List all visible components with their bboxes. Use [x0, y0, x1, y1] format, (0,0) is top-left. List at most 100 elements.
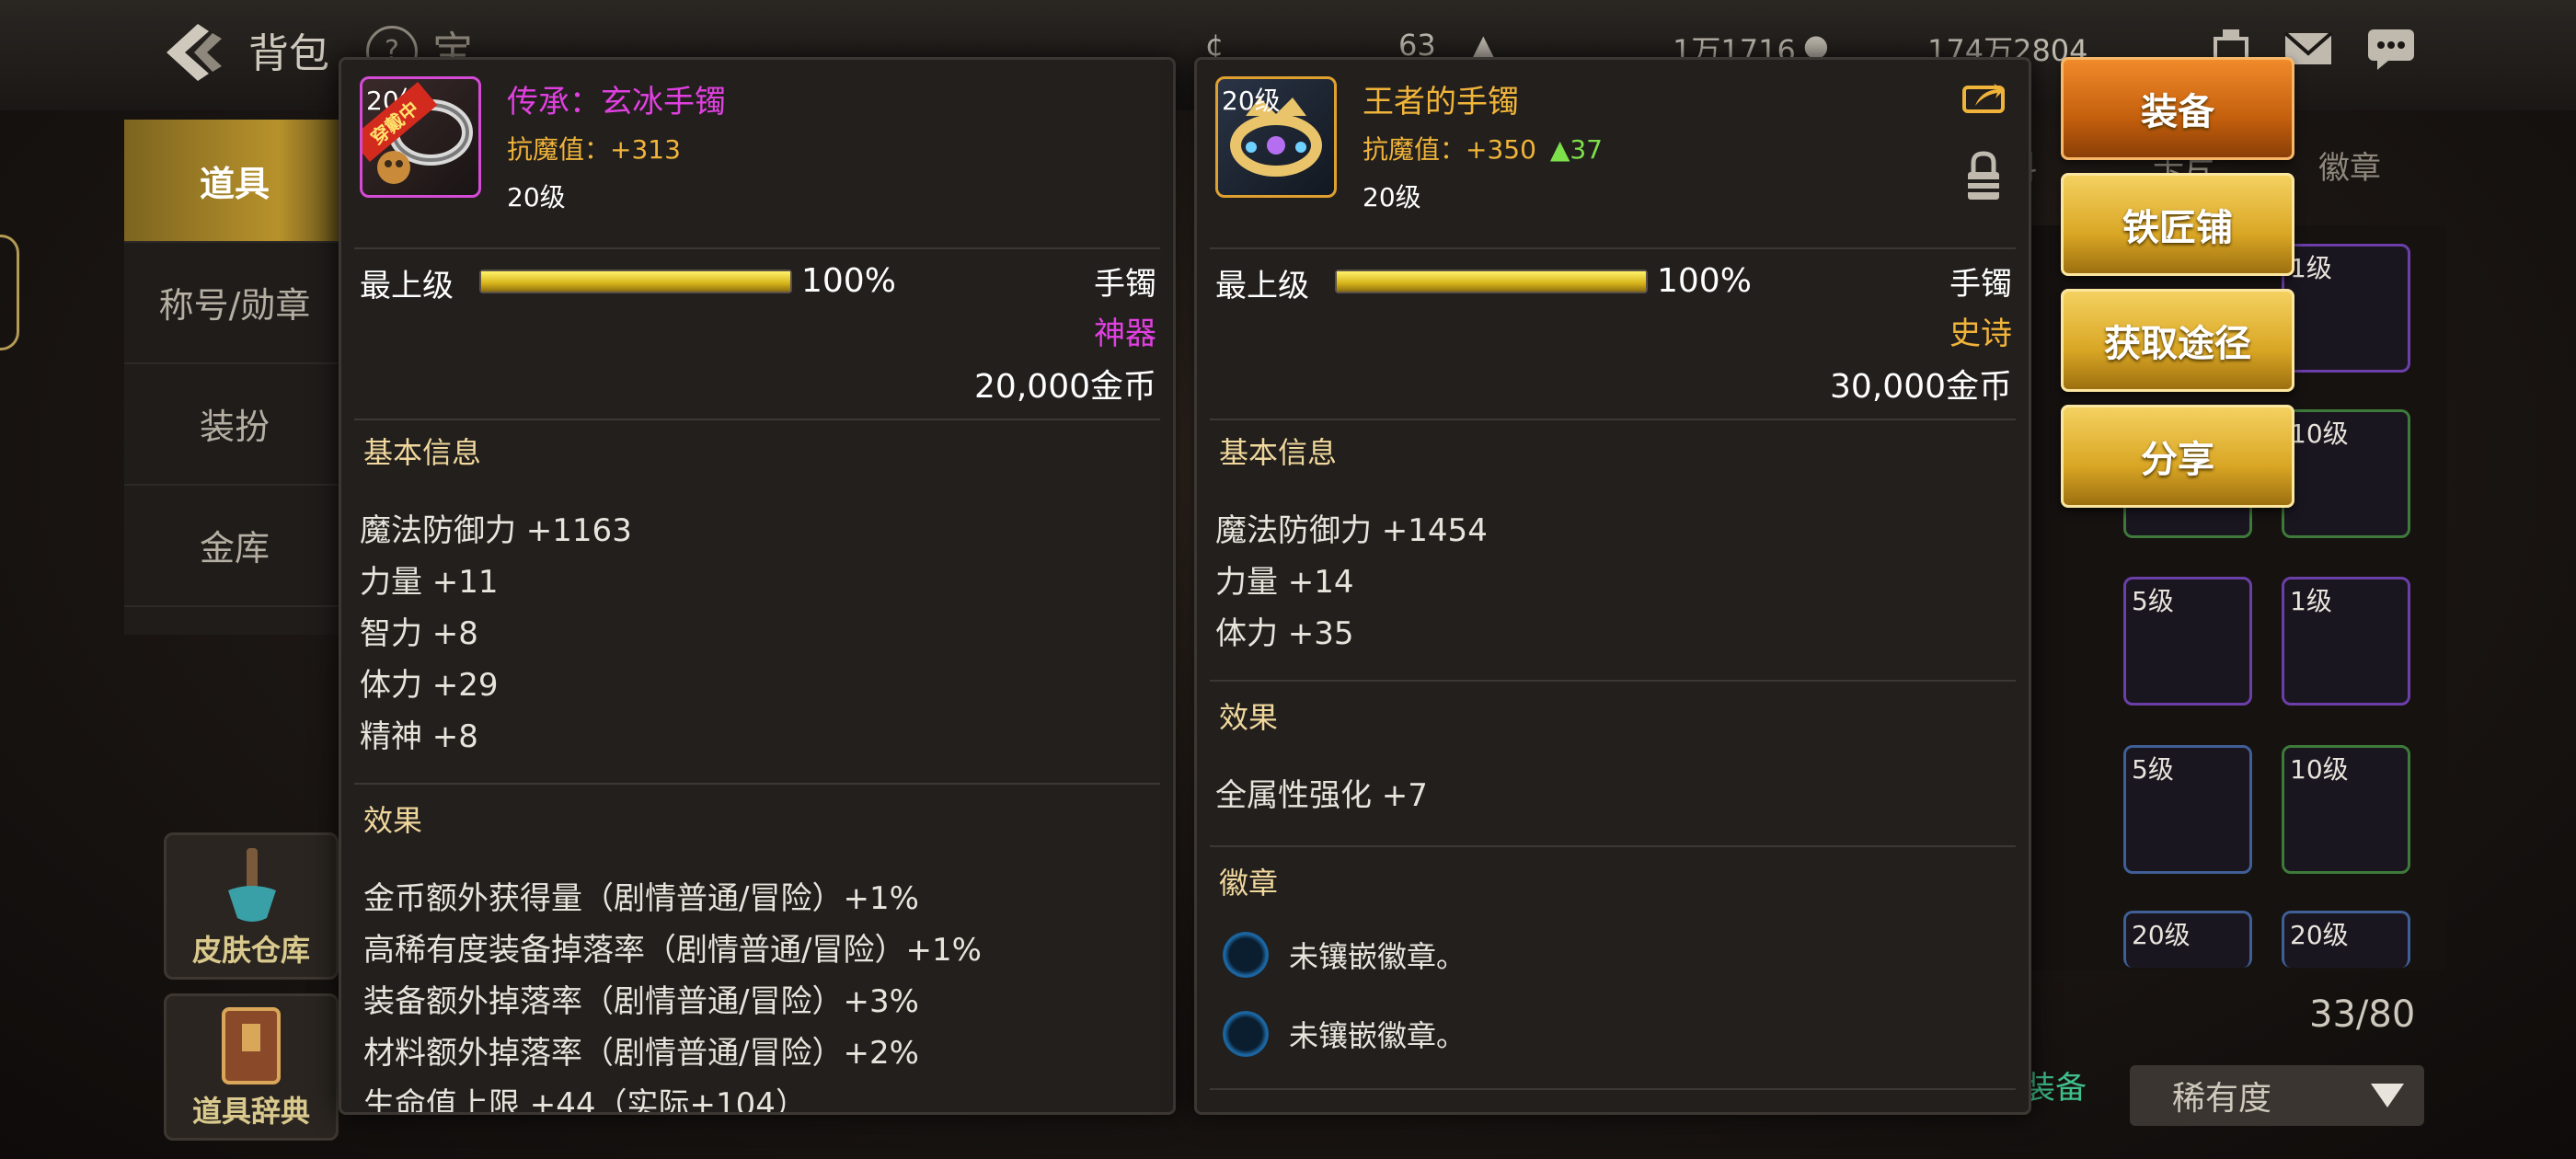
- progress-percent: 100%: [1657, 262, 1752, 300]
- effect-line: 全属性强化 +7: [1215, 777, 1428, 814]
- inventory-slot[interactable]: 20级: [2282, 911, 2410, 968]
- back-arrow-icon[interactable]: [161, 20, 231, 85]
- rarity-sort-select[interactable]: 稀有度: [2130, 1065, 2424, 1126]
- chat-icon[interactable]: [2364, 26, 2418, 72]
- rarity-label: 史诗: [1949, 316, 2012, 352]
- equipped-item-panel: 20级 穿戴中 传承：玄冰手镯 抗魔值：+313 20级 最上级 100% 手镯…: [339, 57, 1176, 1115]
- brush-icon: [228, 848, 276, 922]
- inventory-slot[interactable]: 10级: [2282, 409, 2410, 538]
- share-icon[interactable]: [1961, 78, 2008, 115]
- emblem-socket-icon[interactable]: [1223, 932, 1269, 978]
- compared-item-panel: 20级 王者的手镯 抗魔值：+350 ▲37 20级 最上级 100% 手镯 史…: [1194, 57, 2031, 1115]
- progress-bar: [1335, 270, 1648, 293]
- inventory-slot[interactable]: 5级: [2123, 577, 2252, 706]
- lock-icon[interactable]: [1964, 150, 2003, 201]
- item-name: 王者的手镯: [1363, 84, 1519, 120]
- divider: [354, 419, 1160, 420]
- rarity-sort-label: 稀有度: [2172, 1080, 2272, 1118]
- progress-percent: 100%: [801, 262, 896, 300]
- share-button[interactable]: 分享: [2061, 405, 2294, 508]
- divider: [354, 783, 1160, 785]
- basic-info-header: 基本信息: [363, 435, 482, 470]
- effect-line: 材料额外掉落率（剧情普通/冒险）+2%: [363, 1035, 919, 1072]
- progress-fill: [481, 271, 790, 292]
- page-title: 背包: [248, 30, 329, 77]
- stat-line: 力量 +11: [360, 564, 499, 601]
- divider: [1210, 1088, 2016, 1090]
- skin-storage-button[interactable]: 皮肤仓库: [164, 832, 339, 980]
- inventory-slot[interactable]: 10级: [2282, 745, 2410, 874]
- item-icon-level: 20级: [1222, 86, 1281, 116]
- resist-delta: ▲37: [1549, 134, 1603, 165]
- effect-line: 金币额外获得量（剧情普通/冒险）+1%: [363, 880, 919, 917]
- inventory-slot[interactable]: 5级: [2123, 745, 2252, 874]
- item-dictionary-label: 道具辞典: [191, 1094, 310, 1129]
- stat-line: 魔法防御力 +1163: [360, 512, 632, 549]
- slot-type: 手镯: [1094, 266, 1156, 303]
- compared-item-icon: 20级: [1215, 76, 1337, 198]
- stat-line: 精神 +8: [360, 718, 478, 755]
- progress-fill: [1337, 271, 1646, 292]
- divider: [1210, 419, 2016, 420]
- item-resist-row: 抗魔值：+350 ▲37: [1363, 130, 1603, 166]
- sidebar: 道具 称号/勋章 装扮 金库: [124, 120, 345, 635]
- effect-header: 效果: [363, 803, 423, 838]
- emblem-empty-text: 未镶嵌徽章。: [1289, 939, 1466, 974]
- stat-line: 魔法防御力 +1454: [1215, 512, 1488, 549]
- item-level: 20级: [1363, 182, 1421, 212]
- equip-button[interactable]: 装备: [2061, 57, 2294, 160]
- stat-line: 体力 +29: [360, 667, 499, 704]
- slot-level: 1级: [2290, 586, 2332, 616]
- equipped-item-icon: 20级 穿戴中: [360, 76, 481, 198]
- stat-line: 智力 +8: [360, 615, 478, 652]
- stat-line: 力量 +14: [1215, 564, 1354, 601]
- smithy-button[interactable]: 铁匠铺: [2061, 173, 2294, 276]
- skin-storage-label: 皮肤仓库: [191, 933, 310, 968]
- inventory-count: 33/80: [2309, 993, 2416, 1036]
- basic-info-header: 基本信息: [1219, 435, 1338, 470]
- stat-line: 体力 +35: [1215, 615, 1354, 652]
- slot-type: 手镯: [1949, 266, 2012, 303]
- slot-level: 1级: [2290, 253, 2332, 283]
- left-edge-tab[interactable]: [0, 235, 19, 350]
- book-icon: [222, 1007, 281, 1084]
- divider: [1210, 680, 2016, 682]
- slot-level: 10级: [2290, 419, 2349, 449]
- sidebar-item-items[interactable]: 道具: [124, 120, 345, 243]
- obtain-source-button[interactable]: 获取途径: [2061, 289, 2294, 392]
- emblem-header: 徽章: [1219, 866, 1279, 901]
- emblem-empty-text: 未镶嵌徽章。: [1289, 1018, 1466, 1053]
- slot-level: 10级: [2290, 754, 2349, 785]
- divider: [354, 247, 1160, 249]
- inventory-slot[interactable]: 1级: [2282, 244, 2410, 373]
- max-level-label: 最上级: [360, 268, 454, 304]
- rarity-label: 神器: [1094, 316, 1156, 352]
- effect-line: 装备额外掉落率（剧情普通/冒险）+3%: [363, 983, 919, 1020]
- item-name: 传承：玄冰手镯: [507, 84, 726, 120]
- divider: [1210, 247, 2016, 249]
- item-dictionary-button[interactable]: 道具辞典: [164, 993, 339, 1141]
- slot-level: 20级: [2290, 920, 2349, 950]
- dropdown-triangle-icon: [2371, 1084, 2404, 1107]
- progress-bar: [479, 270, 792, 293]
- item-resist: 抗魔值：+313: [507, 134, 681, 165]
- divider: [1210, 845, 2016, 847]
- partial-equip-label[interactable]: 装备: [2024, 1062, 2087, 1107]
- slot-level: 20级: [2132, 920, 2191, 950]
- effect-header: 效果: [1219, 700, 1279, 735]
- price: 20,000金币: [974, 368, 1156, 406]
- max-level-label: 最上级: [1215, 268, 1309, 304]
- inventory-slot[interactable]: 20级: [2123, 911, 2252, 968]
- slot-level: 5级: [2132, 754, 2174, 785]
- slot-level: 5级: [2132, 586, 2174, 616]
- effect-line: 高稀有度装备掉落率（剧情普通/冒险）+1%: [363, 932, 982, 969]
- item-resist: 抗魔值：+350: [1363, 134, 1536, 165]
- sidebar-item-titles[interactable]: 称号/勋章: [124, 241, 345, 364]
- sidebar-item-costume[interactable]: 装扮: [124, 362, 345, 486]
- sidebar-item-vault[interactable]: 金库: [124, 484, 345, 607]
- effect-line: 生命值上限 +44（实际+104）: [363, 1086, 807, 1115]
- item-level: 20级: [507, 182, 566, 212]
- inventory-slot[interactable]: 1级: [2282, 577, 2410, 706]
- emblem-socket-icon[interactable]: [1223, 1011, 1269, 1057]
- tab-emblem[interactable]: 徽章: [2318, 143, 2401, 188]
